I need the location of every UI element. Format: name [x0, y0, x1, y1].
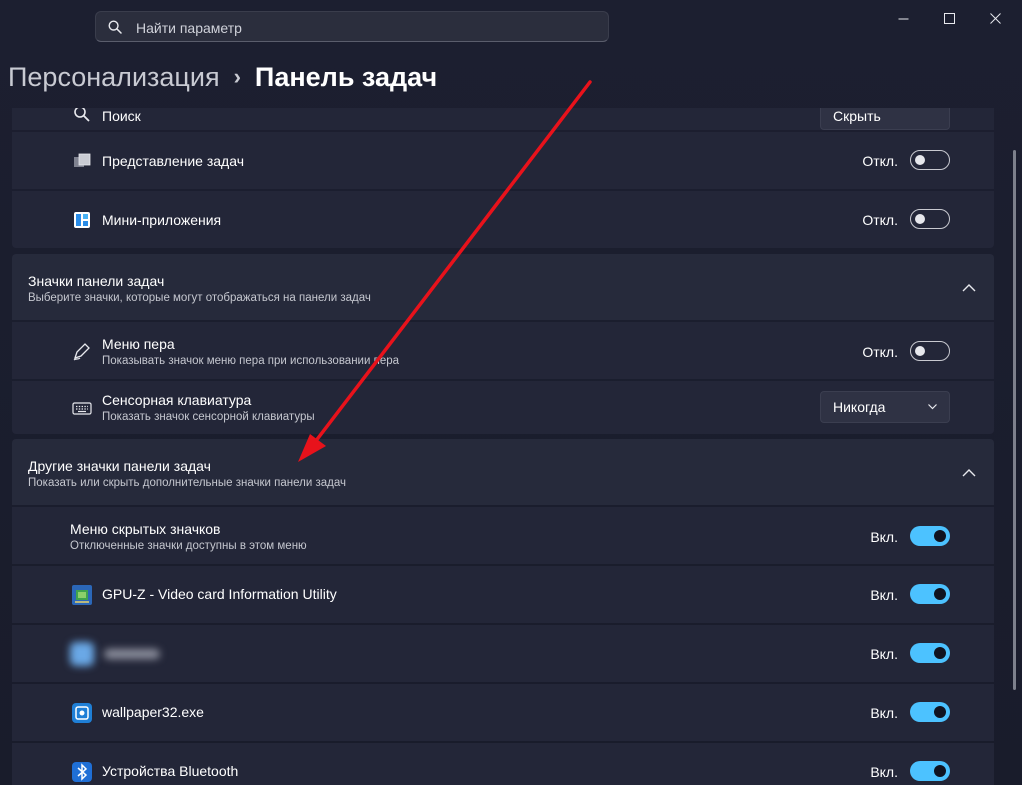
- settings-window: Найти параметр Персонализация › Панель зад…: [0, 0, 1022, 785]
- annotation-arrow: [298, 80, 592, 462]
